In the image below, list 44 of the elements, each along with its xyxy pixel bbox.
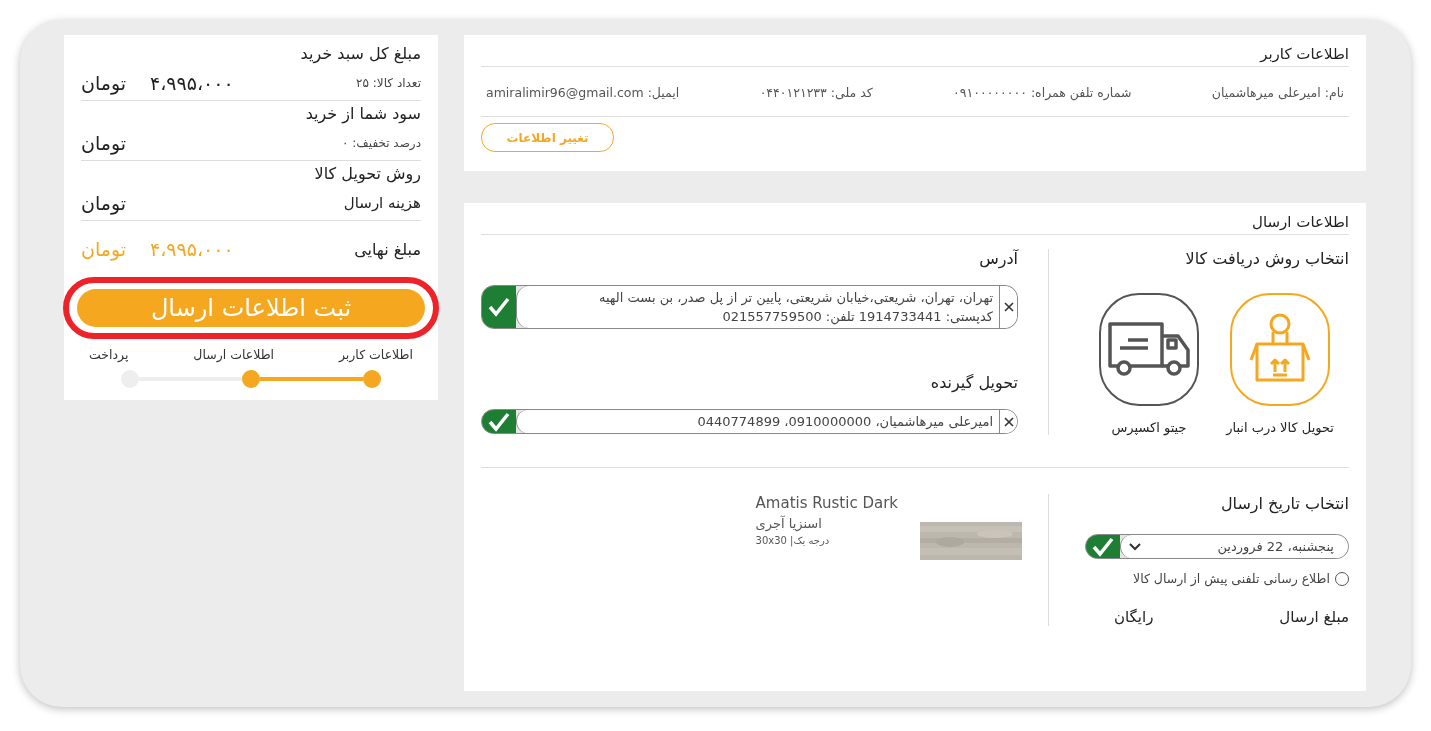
step-label: اطلاعات ارسال [193,347,275,362]
currency: تومان [81,132,127,154]
recipient-field[interactable]: امیرعلی میرهاشمیان، 0910000000، 0440774899 [481,409,1018,434]
address-field[interactable]: تهران، تهران، شریعتی،خیابان شریعتی، پایین تر از پل صدر، بن بست الهیه کدپستی: 1914733441 تلفن: 021557759500 [481,285,1018,329]
option-label: جیتو اکسپرس [1111,420,1187,435]
summary-detail: درصد تخفیف: ۰ [342,136,421,150]
section-title: انتخاب روش دریافت کالا [1184,249,1349,271]
recipient-text: امیرعلی میرهاشمیان، 0910000000، 0440774899 [697,413,993,431]
date-text: پنجشنبه، 22 فروردین [1217,539,1334,554]
option-label: تحویل کالا درب انبار [1226,420,1334,435]
radio-label: اطلاع رسانی تلفنی پیش از ارسال کالا [1133,571,1330,586]
info-field: نام: امیرعلی میرهاشمیان [1211,85,1344,100]
address-text: کدپستی: 1914733441 تلفن: 021557759500 [721,308,993,326]
chevron-icon [1129,542,1141,551]
delivery-option[interactable] [1099,293,1199,406]
step-label: پرداخت [89,347,129,362]
step-label: اطلاعات کاربر [338,347,413,362]
card-title: اطلاعات کاربر [1260,45,1349,63]
cost-value: رایگان [1114,608,1154,626]
section-title: تحویل گیرنده [929,373,1018,394]
summary-detail: تعداد کالا: ۲۵ [356,76,421,90]
product-subtitle: اسنزیا آجری [755,516,822,531]
summary-title: مبلغ کل سبد خرید [299,43,421,66]
product-name: Amatis Rustic Dark [755,494,898,512]
final-amount: ۴،۹۹۵،۰۰۰ [150,238,234,260]
info-field: کد ملی: ۰۴۴۰۱۲۱۲۳۳ [759,85,873,100]
card-title: اطلاعات ارسال [1252,213,1349,231]
summary-detail: هزینه ارسال [343,194,421,212]
clear-icon[interactable] [999,410,1017,433]
date-dropdown[interactable]: پنجشنبه، 22 فروردین [1085,534,1349,559]
cost-label: مبلغ ارسال [1279,608,1349,626]
section-title: انتخاب تاریخ ارسال [1219,494,1349,516]
final-label: مبلغ نهایی [354,239,421,259]
summary-title: سود شما از خرید [304,103,421,126]
currency: تومان [81,238,127,260]
summary-title: روش تحویل کالا [313,163,421,186]
address-text: تهران، تهران، شریعتی،خیابان شریعتی، پایین تر از پل صدر، بن بست الهیه [598,289,993,307]
info-field: شماره تلفن همراه: ۰۹۱۰۰۰۰۰۰۰۰ [953,85,1132,100]
currency: تومان [81,192,127,214]
amount: ۴،۹۹۵،۰۰۰ [150,72,234,94]
product-spec: درجه یک| 30x30 [755,535,830,546]
section-title: آدرس [978,249,1018,271]
currency: تومان [81,72,127,94]
clear-icon[interactable] [999,286,1017,328]
